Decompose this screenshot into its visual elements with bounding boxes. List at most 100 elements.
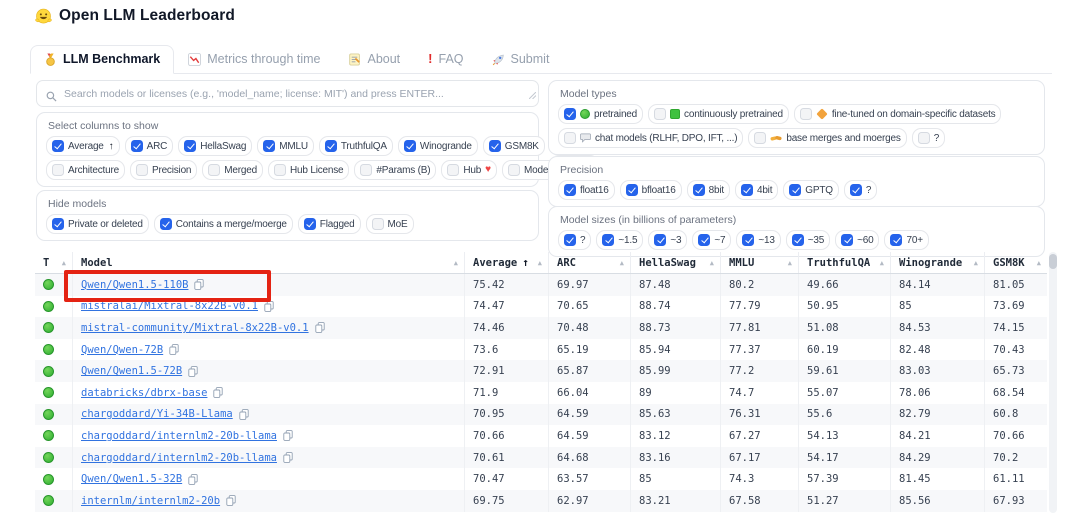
model-sizes-checkbox-7[interactable] [698,234,710,246]
model-types-checkbox-fine-tuned-on-domain-specific-datasets[interactable] [800,108,812,120]
select-columns-option-hub-license[interactable]: Hub License [268,160,349,180]
copy-icon[interactable] [283,452,293,463]
copy-icon[interactable] [264,301,274,312]
select-columns-option-params-b[interactable]: #Params (B) [354,160,436,180]
model-sizes-checkbox-1-5[interactable] [602,234,614,246]
model-sizes-checkbox-35[interactable] [792,234,804,246]
model-sizes-checkbox-60[interactable] [841,234,853,246]
model-link[interactable]: Qwen/Qwen1.5-32B [81,473,182,485]
model-link[interactable]: Qwen/Qwen1.5-110B [81,279,188,291]
select-columns-checkbox-truthfulqa[interactable] [325,140,337,152]
select-columns-option-architecture[interactable]: Architecture [46,160,125,180]
hide-models-checkbox-contains-a-merge-moerge[interactable] [160,218,172,230]
hide-models-checkbox-moe[interactable] [372,218,384,230]
model-link[interactable]: databricks/dbrx-base [81,387,207,399]
precision-option-8bit[interactable]: 8bit [687,180,730,200]
select-columns-checkbox-hub-license[interactable] [274,164,286,176]
precision-checkbox-float16[interactable] [564,184,576,196]
select-columns-checkbox-gsm8k[interactable] [489,140,501,152]
model-link[interactable]: Qwen/Qwen-72B [81,344,163,356]
select-columns-option-hellaswag[interactable]: HellaSwag [178,136,252,156]
copy-icon[interactable] [315,322,325,333]
model-types-option-fine-tuned-on-domain-specific-datasets[interactable]: fine-tuned on domain-specific datasets [794,104,1002,124]
model-types-checkbox-continuously-pretrained[interactable] [654,108,666,120]
column-header-truthfulqa[interactable]: TruthfulQA▲ [799,252,891,273]
select-columns-checkbox-winogrande[interactable] [404,140,416,152]
tab-submit[interactable]: Submit [478,45,564,74]
model-link[interactable]: mistralai/Mixtral-8x22B-v0.1 [81,300,258,312]
copy-icon[interactable] [283,430,293,441]
precision-option-bfloat16[interactable]: bfloat16 [620,180,682,200]
precision-checkbox-8bit[interactable] [693,184,705,196]
tab-about[interactable]: About [334,45,414,74]
hide-models-checkbox-flagged[interactable] [304,218,316,230]
precision-checkbox-4bit[interactable] [741,184,753,196]
table-scrollbar[interactable] [1049,252,1057,513]
select-columns-checkbox-mmlu[interactable] [263,140,275,152]
model-link[interactable]: Qwen/Qwen1.5-72B [81,365,182,377]
precision-option-float16[interactable]: float16 [558,180,615,200]
model-types-checkbox-pretrained[interactable] [564,108,576,120]
model-sizes-checkbox-13[interactable] [742,234,754,246]
column-header-arc[interactable]: ARC▲ [549,252,631,273]
hide-models-option-moe[interactable]: MoE [366,214,414,234]
hide-models-option-contains-a-merge-moerge[interactable]: Contains a merge/moerge [154,214,293,234]
select-columns-checkbox-merged[interactable] [208,164,220,176]
model-sizes-option-60[interactable]: ~60 [835,230,879,250]
select-columns-option-mmlu[interactable]: MMLU [257,136,314,156]
select-columns-checkbox-hub[interactable] [447,164,459,176]
tab-faq[interactable]: !FAQ [414,45,477,74]
hide-models-option-flagged[interactable]: Flagged [298,214,361,234]
model-link[interactable]: chargoddard/internlm2-20b-llama [81,452,277,464]
precision-checkbox-bfloat16[interactable] [626,184,638,196]
model-sizes-option-7[interactable]: ~7 [692,230,731,250]
model-types-checkbox-base-merges-and-moerges[interactable] [754,132,766,144]
select-columns-option-precision[interactable]: Precision [130,160,197,180]
select-columns-option-arc[interactable]: ARC [125,136,174,156]
select-columns-checkbox-precision[interactable] [136,164,148,176]
model-sizes-option-1-5[interactable]: ~1.5 [596,230,643,250]
model-link[interactable]: chargoddard/Yi-34B-Llama [81,408,233,420]
model-link[interactable]: internlm/internlm2-20b [81,495,220,507]
column-header-winogrande[interactable]: Winogrande▲ [891,252,985,273]
select-columns-checkbox-model-sha[interactable] [508,164,520,176]
copy-icon[interactable] [239,409,249,420]
precision-checkbox-gptq[interactable] [789,184,801,196]
hide-models-option-private-or-deleted[interactable]: Private or deleted [46,214,149,234]
precision-checkbox-q[interactable] [850,184,862,196]
select-columns-option-gsm8k[interactable]: GSM8K [483,136,545,156]
tab-llm-benchmark[interactable]: LLM Benchmark [30,45,174,74]
model-sizes-checkbox-q[interactable] [564,234,576,246]
column-header-model[interactable]: Model▲ [73,252,465,273]
column-header-hellaswag[interactable]: HellaSwag▲ [631,252,721,273]
select-columns-option-truthfulqa[interactable]: TruthfulQA [319,136,393,156]
model-link[interactable]: chargoddard/internlm2-20b-llama [81,430,277,442]
model-types-checkbox-chat-models-rlhf-dpo-ift[interactable] [564,132,576,144]
model-link[interactable]: mistral-community/Mixtral-8x22B-v0.1 [81,322,309,334]
search-input[interactable] [37,81,538,106]
copy-icon[interactable] [194,279,204,290]
precision-option-q[interactable]: ? [844,180,877,200]
select-columns-option-merged[interactable]: Merged [202,160,263,180]
copy-icon[interactable] [169,344,179,355]
model-sizes-option-q[interactable]: ? [558,230,591,250]
model-sizes-checkbox-3[interactable] [654,234,666,246]
model-types-checkbox-q[interactable] [918,132,930,144]
model-sizes-option-3[interactable]: ~3 [648,230,687,250]
copy-icon[interactable] [188,474,198,485]
resize-handle-icon[interactable] [529,86,536,104]
model-types-option-chat-models-rlhf-dpo-ift[interactable]: chat models (RLHF, DPO, IFT, ...) [558,128,743,148]
model-sizes-option-70[interactable]: 70+ [884,230,928,250]
select-columns-checkbox-arc[interactable] [131,140,143,152]
model-types-option-pretrained[interactable]: pretrained [558,104,643,124]
copy-icon[interactable] [226,495,236,506]
column-header-t[interactable]: T▲ [35,252,73,273]
select-columns-checkbox-params-b[interactable] [360,164,372,176]
model-sizes-option-13[interactable]: ~13 [736,230,780,250]
column-header-average[interactable]: Average↑▲ [465,252,549,273]
copy-icon[interactable] [213,387,223,398]
column-header-gsm8k[interactable]: GSM8K▲ [985,252,1047,273]
model-types-option-continuously-pretrained[interactable]: continuously pretrained [648,104,789,124]
select-columns-option-winogrande[interactable]: Winogrande [398,136,478,156]
select-columns-option-hub[interactable]: Hub♥ [441,160,497,180]
